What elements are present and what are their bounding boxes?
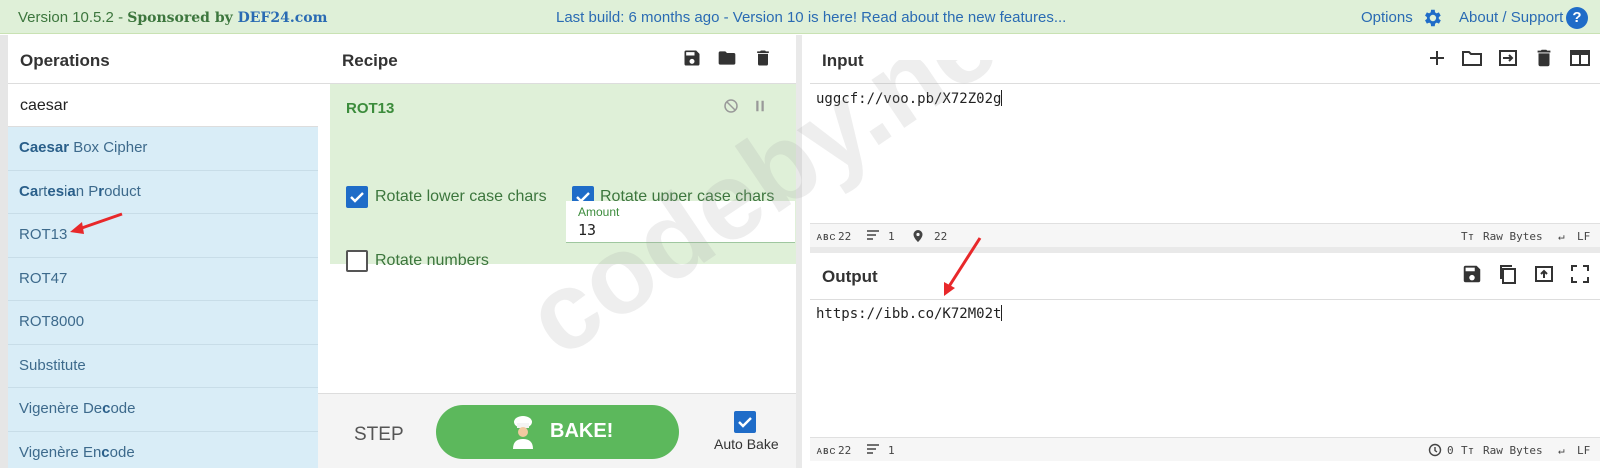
input-text: uggcf://voo.pb/X72Z02g	[816, 91, 1002, 107]
output-text: https://ibb.co/K72M02t	[816, 306, 1002, 322]
auto-bake-checkbox[interactable]	[734, 411, 756, 433]
chef-icon	[513, 416, 533, 449]
options-link[interactable]: Options	[1361, 9, 1413, 26]
news-link[interactable]: Last build: 6 months ago - Version 10 is…	[556, 9, 1066, 26]
annotation-arrow-icon	[70, 212, 123, 234]
rotate-lower-label: Rotate lower case chars	[375, 188, 547, 205]
add-icon[interactable]	[1426, 47, 1448, 69]
top-banner: Version 10.5.2 - Sponsored by DEF24.com …	[0, 0, 1600, 34]
layout-icon[interactable]	[1569, 47, 1591, 69]
save-output-icon[interactable]	[1461, 263, 1483, 285]
divider	[8, 83, 318, 84]
amount-label: Amount	[578, 205, 620, 219]
gear-icon[interactable]	[1421, 7, 1443, 29]
output-status-bar: ᴀʙᴄ 22 1 0 Tт Raw Bytes ↵ LF	[810, 437, 1600, 461]
operation-item[interactable]: ROT13	[8, 214, 318, 258]
operations-search-input[interactable]: caesar	[20, 97, 68, 115]
io-panel: Input uggcf://voo.pb/X72Z02g ᴀʙᴄ 22 1 22…	[810, 35, 1600, 468]
operation-title: ROT13	[346, 100, 395, 117]
operation-item[interactable]: Cartesian Product	[8, 170, 318, 214]
divider	[810, 299, 1600, 300]
annotation-arrow-icon	[944, 237, 982, 296]
operations-title: Operations	[20, 51, 110, 70]
copy-icon[interactable]	[1497, 263, 1519, 285]
output-title: Output	[822, 267, 878, 286]
save-icon[interactable]	[682, 48, 702, 68]
output-time: 0	[1447, 444, 1454, 457]
auto-bake-label: Auto Bake	[714, 436, 779, 452]
rotate-lower-checkbox[interactable]	[346, 186, 368, 208]
input-lines: 1	[888, 230, 895, 243]
eol-icon: ↵	[1558, 444, 1565, 457]
abc-icon: ᴀʙᴄ	[816, 230, 836, 243]
folder-icon[interactable]	[717, 48, 737, 68]
eol-icon: ↵	[1558, 230, 1565, 243]
text-format-icon: Tт	[1461, 444, 1475, 457]
input-status-bar: ᴀʙᴄ 22 1 22 Tт Raw Bytes ↵ LF	[810, 223, 1600, 247]
bake-button[interactable]: BAKE!	[436, 405, 679, 459]
pause-icon[interactable]	[751, 97, 769, 115]
lines-icon	[867, 444, 879, 454]
replace-input-icon[interactable]	[1533, 263, 1555, 285]
output-textarea[interactable]: https://ibb.co/K72M02t	[816, 305, 1003, 322]
input-title: Input	[822, 51, 864, 70]
operation-item[interactable]: Vigenère Encode	[8, 431, 318, 468]
recipe-controls: STEP BAKE! Auto Bake	[318, 393, 802, 468]
help-icon[interactable]: ?	[1566, 7, 1588, 29]
operations-list: Caesar Box Cipher Cartesian Product ROT13 R…	[8, 127, 318, 468]
clear-input-icon[interactable]	[1533, 47, 1555, 69]
location-icon	[913, 230, 923, 242]
maximize-icon[interactable]	[1569, 263, 1591, 285]
operation-item[interactable]: Substitute	[8, 344, 318, 388]
amount-field[interactable]: Amount 13	[566, 201, 795, 243]
amount-value: 13	[578, 221, 597, 239]
abc-icon: ᴀʙᴄ	[816, 444, 836, 457]
input-encoding[interactable]: Raw Bytes	[1483, 230, 1543, 243]
output-eol[interactable]: LF	[1577, 444, 1590, 457]
input-textarea[interactable]: uggcf://voo.pb/X72Z02g	[816, 90, 1003, 107]
sponsor-link[interactable]: DEF24.com	[238, 10, 328, 26]
step-button[interactable]: STEP	[354, 424, 404, 446]
panel-resizer[interactable]	[796, 35, 802, 468]
sponsored-label: Sponsored by	[127, 10, 238, 26]
io-resizer[interactable]	[810, 247, 1600, 253]
bake-label: BAKE!	[550, 420, 614, 442]
recipe-title: Recipe	[342, 51, 398, 70]
rotate-numbers-checkbox[interactable]	[346, 250, 368, 272]
version-label: Version 10.5.2 -	[18, 9, 128, 26]
about-support-link[interactable]: About / Support	[1459, 9, 1563, 26]
recipe-panel: Recipe ROT13 Rotate lower case chars Rot…	[318, 35, 802, 468]
output-length: 22	[838, 444, 852, 457]
output-encoding[interactable]: Raw Bytes	[1483, 444, 1543, 457]
rotate-numbers-label: Rotate numbers	[375, 252, 489, 269]
trash-icon[interactable]	[753, 48, 773, 68]
operation-item[interactable]: Vigenère Decode	[8, 388, 318, 432]
input-length: 22	[838, 230, 852, 243]
operations-panel: Operations caesar Caesar Box Cipher Carte…	[0, 35, 326, 468]
operation-item[interactable]: Caesar Box Cipher	[8, 127, 318, 171]
version-text: Version 10.5.2 - Sponsored by DEF24.com	[18, 9, 327, 26]
lines-icon	[867, 230, 879, 240]
open-folder-icon[interactable]	[1461, 47, 1483, 69]
operation-item[interactable]: ROT47	[8, 257, 318, 301]
open-file-icon[interactable]	[1497, 47, 1519, 69]
operation-item[interactable]: ROT8000	[8, 301, 318, 345]
divider	[810, 83, 1600, 84]
output-lines: 1	[888, 444, 895, 457]
input-eol[interactable]: LF	[1577, 230, 1590, 243]
text-format-icon: Tт	[1461, 230, 1475, 243]
disable-icon[interactable]	[722, 97, 740, 115]
clock-icon	[1428, 443, 1442, 457]
